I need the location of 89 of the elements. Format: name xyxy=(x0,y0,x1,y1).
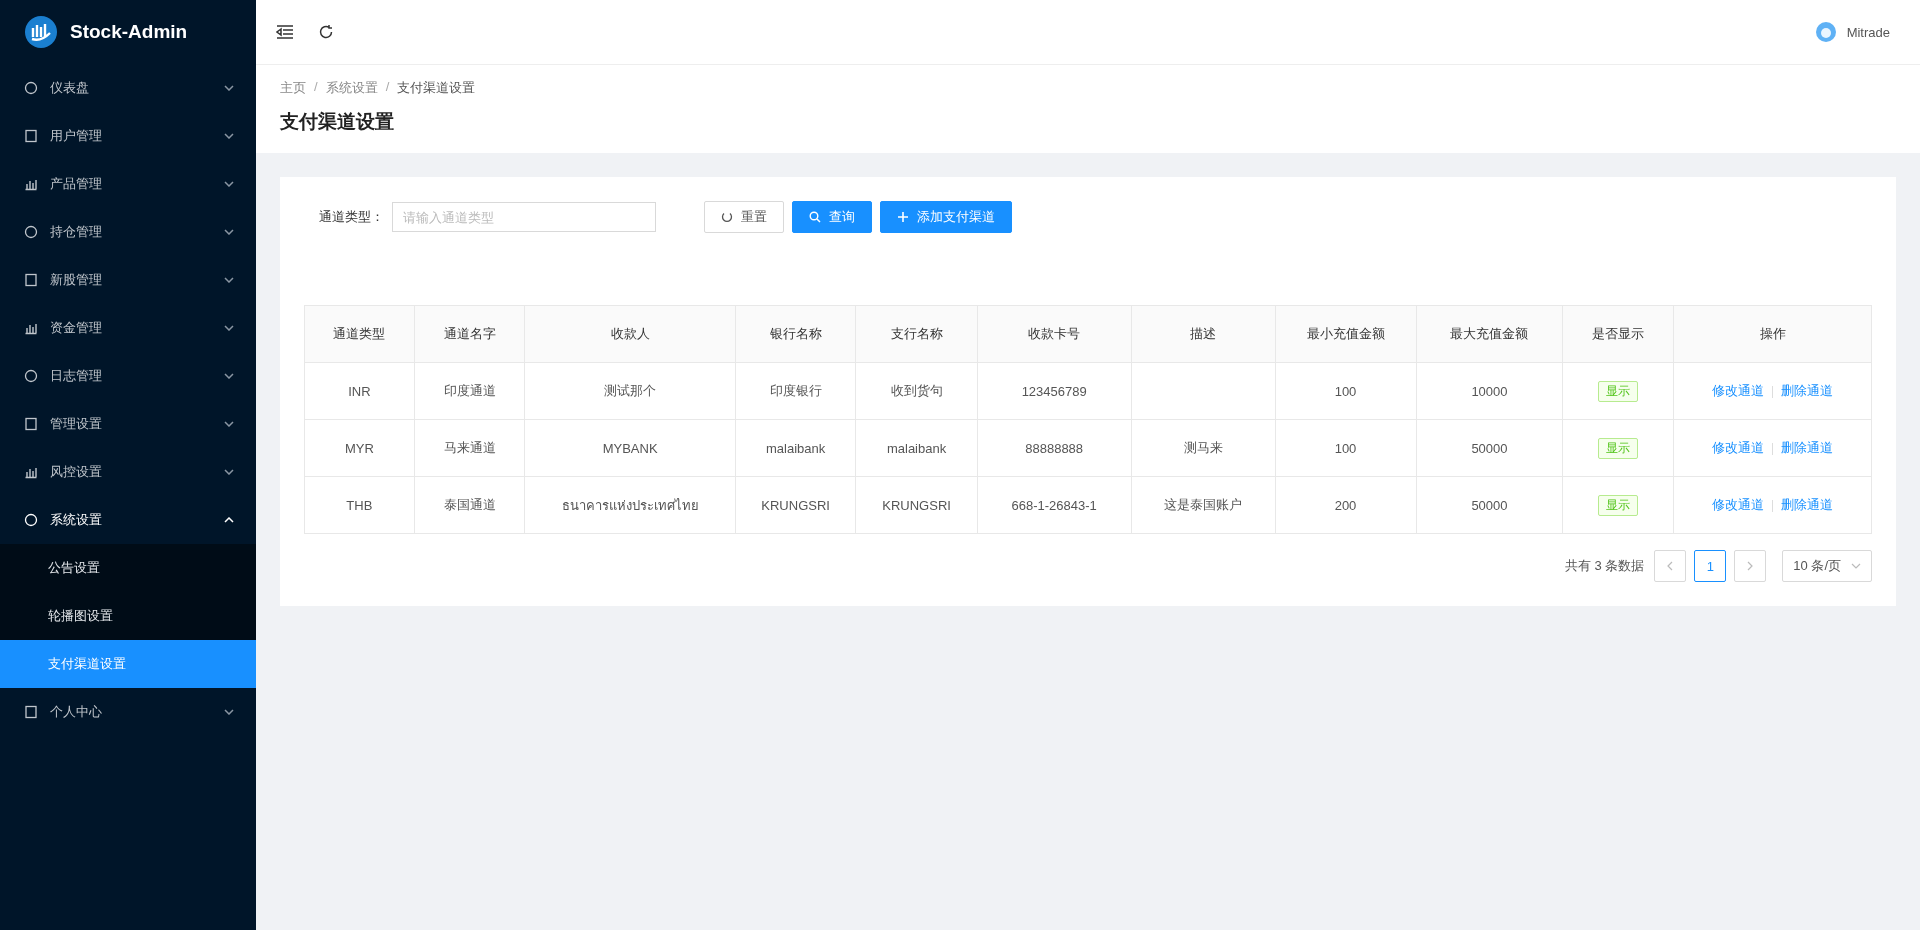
column-header: 支行名称 xyxy=(855,305,978,363)
submenu-item[interactable]: 公告设置 xyxy=(0,544,256,592)
submenu-item[interactable]: 轮播图设置 xyxy=(0,592,256,640)
table-cell: 50000 xyxy=(1416,476,1563,534)
menu-item[interactable]: 产品管理 xyxy=(0,160,256,208)
avatar-icon[interactable] xyxy=(1814,21,1837,43)
column-header: 最大充值金额 xyxy=(1416,305,1563,363)
menu-item[interactable]: 用户管理 xyxy=(0,112,256,160)
table-cell: 印度银行 xyxy=(735,362,856,420)
menu-item[interactable]: 仪表盘 xyxy=(0,64,256,112)
table-cell: KRUNGSRI xyxy=(855,476,978,534)
table-cell: 88888888 xyxy=(977,419,1132,477)
table-cell: ธนาคารแห่งประเทศไทย xyxy=(524,476,736,534)
table-cell: MYR xyxy=(304,419,415,477)
next-page-button[interactable] xyxy=(1734,550,1767,582)
column-header: 收款人 xyxy=(524,305,736,363)
logo-icon xyxy=(24,15,58,49)
total-count: 共有 3 条数据 xyxy=(1564,557,1645,575)
table-cell: 收到货句 xyxy=(855,362,978,420)
reset-icon xyxy=(721,211,733,223)
column-header: 是否显示 xyxy=(1562,305,1674,363)
menu-icon xyxy=(24,81,38,95)
menu-item[interactable]: 系统设置 xyxy=(0,496,256,544)
column-header: 操作 xyxy=(1673,305,1872,363)
channel-type-input[interactable]: 请输入通道类型 xyxy=(392,202,656,232)
table-cell: 200 xyxy=(1275,476,1417,534)
page-size-select[interactable]: 10 条/页 xyxy=(1782,550,1872,582)
table-cell: 这是泰国账户 xyxy=(1131,476,1275,534)
caret-icon xyxy=(1851,563,1861,569)
menu-icon xyxy=(24,705,38,719)
table-cell: malaibank xyxy=(735,419,856,477)
table-cell: 马来通道 xyxy=(414,419,525,477)
menu-icon xyxy=(24,273,38,287)
menu-icon xyxy=(24,225,38,239)
column-header: 通道类型 xyxy=(304,305,415,363)
chevron-left-icon xyxy=(1666,561,1675,571)
table-cell: 100 xyxy=(1275,419,1417,477)
breadcrumb-current: 支付渠道设置 xyxy=(397,79,476,97)
menu-item[interactable]: 日志管理 xyxy=(0,352,256,400)
previous-page-button[interactable] xyxy=(1654,550,1687,582)
menu-icon xyxy=(24,369,38,383)
table-cell: 10000 xyxy=(1416,362,1563,420)
table-cell: malaibank xyxy=(855,419,978,477)
column-header: 收款卡号 xyxy=(977,305,1132,363)
refresh-icon[interactable] xyxy=(318,24,334,40)
menu-icon xyxy=(24,465,38,479)
plus-icon xyxy=(897,211,909,223)
menu-icon xyxy=(24,321,38,335)
menu-icon xyxy=(24,177,38,191)
table-cell: 泰国通道 xyxy=(414,476,525,534)
page-title: 支付渠道设置 xyxy=(280,110,395,134)
display-tag: 显示 xyxy=(1598,494,1639,516)
table-cell: 668-1-26843-1 xyxy=(977,476,1132,534)
table-cell: 50000 xyxy=(1416,419,1563,477)
table-cell: 测试那个 xyxy=(524,362,736,420)
breadcrumb-link[interactable]: 主页 xyxy=(280,79,306,97)
column-header: 最小充值金额 xyxy=(1275,305,1417,363)
menu-icon xyxy=(24,417,38,431)
breadcrumb-link[interactable]: 系统设置 xyxy=(325,79,378,97)
table-cell: 123456789 xyxy=(977,362,1132,420)
table-cell: 测马来 xyxy=(1131,419,1275,477)
breadcrumb-separator: / xyxy=(385,79,390,96)
menu-item[interactable]: 资金管理 xyxy=(0,304,256,352)
table-cell: MYBANK xyxy=(524,419,736,477)
table-cell: 印度通道 xyxy=(414,362,525,420)
menu-item[interactable]: 风控设置 xyxy=(0,448,256,496)
table-cell: THB xyxy=(304,476,415,534)
menu-icon xyxy=(24,129,38,143)
display-tag: 显示 xyxy=(1598,437,1639,459)
chevron-right-icon xyxy=(1746,561,1755,571)
brand-title: Stock-Admin xyxy=(70,21,188,43)
reset-button[interactable]: 重置 xyxy=(704,201,784,233)
breadcrumb-separator: / xyxy=(314,79,318,96)
filter-label: 通道类型： xyxy=(318,208,384,226)
menu-icon xyxy=(24,513,38,527)
menu-item[interactable]: 新股管理 xyxy=(0,256,256,304)
menu-item[interactable]: 持仓管理 xyxy=(0,208,256,256)
column-header: 通道名字 xyxy=(414,305,525,363)
display-tag: 显示 xyxy=(1598,380,1639,402)
search-icon xyxy=(809,211,821,223)
user-name[interactable]: Mitrade xyxy=(1846,24,1890,40)
collapse-menu-icon[interactable] xyxy=(276,24,294,40)
column-header: 银行名称 xyxy=(735,305,856,363)
table-cell: INR xyxy=(304,362,415,420)
table-cell: 100 xyxy=(1275,362,1417,420)
table-cell: KRUNGSRI xyxy=(735,476,856,534)
column-header: 描述 xyxy=(1131,305,1275,363)
menu-item[interactable]: 个人中心 xyxy=(0,688,256,736)
menu-item[interactable]: 管理设置 xyxy=(0,400,256,448)
